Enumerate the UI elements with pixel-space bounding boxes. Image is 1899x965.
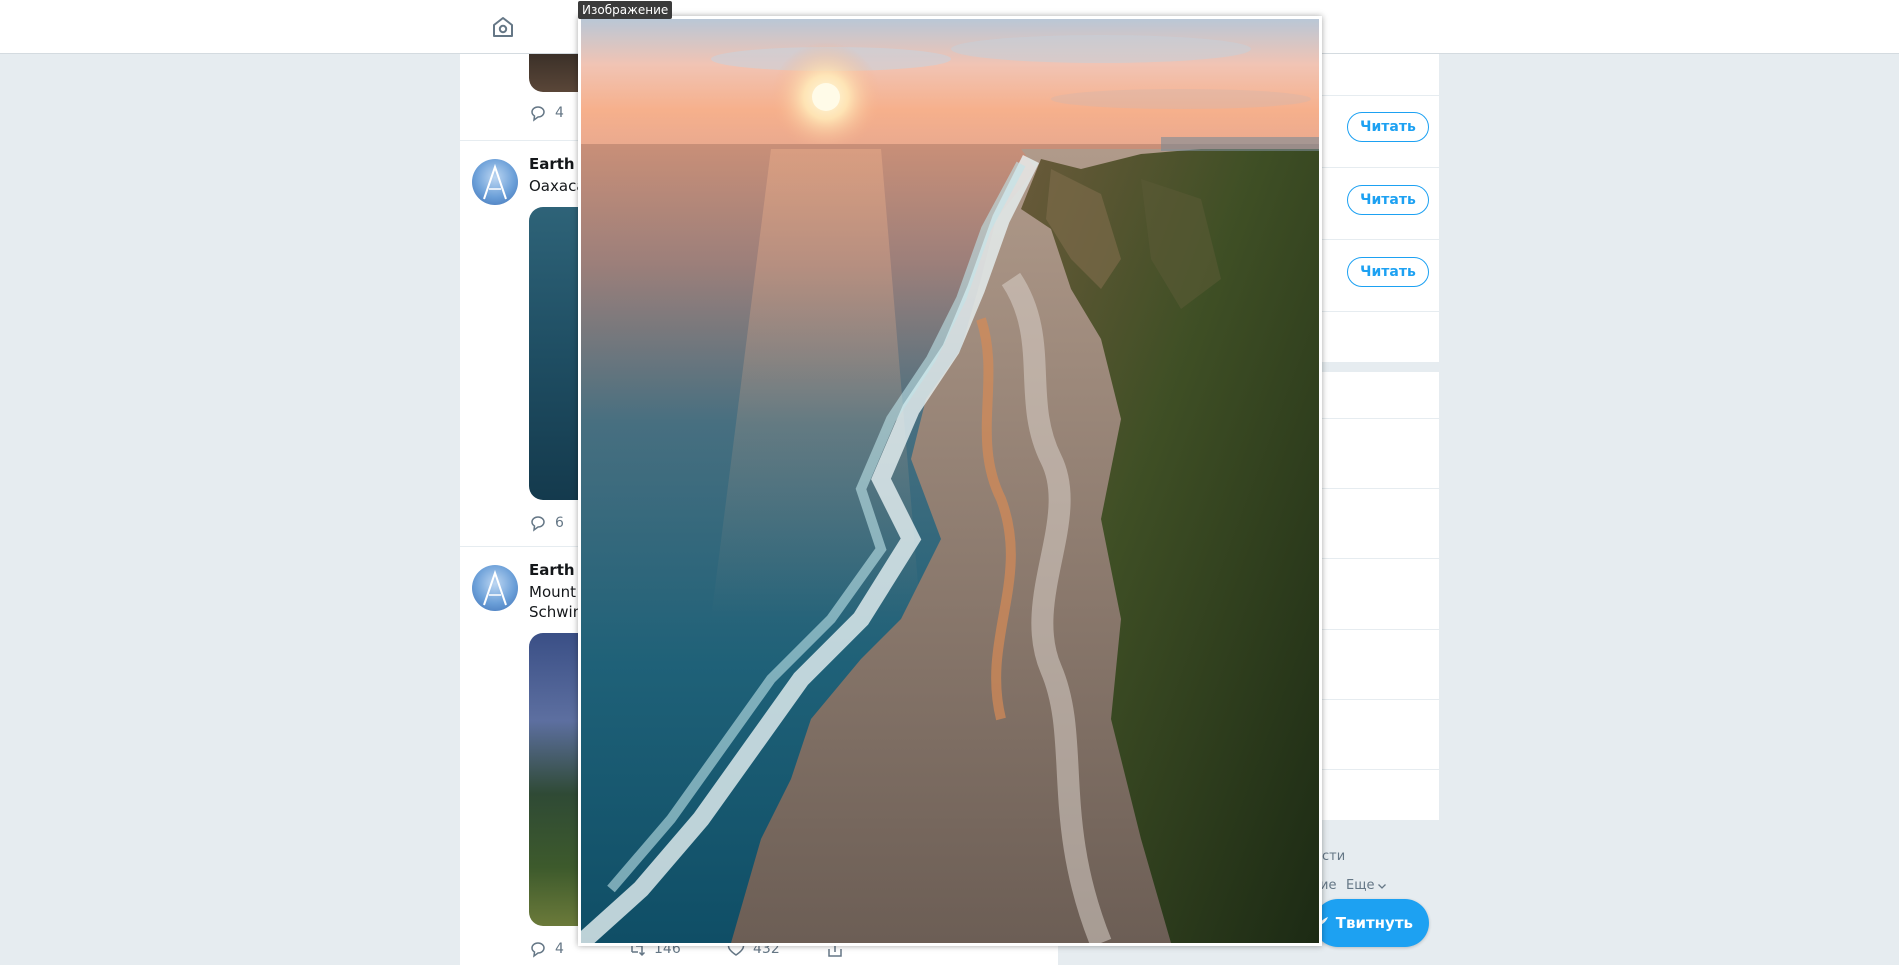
divider [1318,95,1439,96]
more-label: Еще [1346,878,1375,893]
divider [1318,769,1439,770]
image-tooltip: Изображение [578,1,673,19]
divider [1318,418,1439,419]
avatar[interactable] [472,565,518,611]
reply-count: 6 [555,515,564,531]
footer-link[interactable]: сти [1322,849,1345,864]
divider [1318,167,1439,168]
follow-button[interactable]: Читать [1347,185,1429,215]
divider [1318,488,1439,489]
footer-link[interactable]: ие [1320,878,1336,893]
compose-tweet-label: Твитнуть [1335,914,1413,932]
earth-logo-icon [483,569,507,606]
reply-action[interactable]: 6 [529,514,564,532]
reply-action[interactable]: 4 [529,940,564,958]
follow-button[interactable]: Читать [1347,112,1429,142]
coastline-photo-graphic [581,19,1319,943]
earth-logo-icon [483,163,507,200]
more-link[interactable]: Еще [1346,878,1387,893]
reply-count: 4 [555,941,564,957]
compose-tweet-button[interactable]: Твитнуть [1314,899,1429,947]
reply-count: 4 [555,105,564,121]
divider [1318,629,1439,630]
reply-icon [531,516,545,532]
avatar[interactable] [472,159,518,205]
section-separator [1318,362,1439,372]
reply-action[interactable]: 4 [529,104,564,122]
right-sidebar [1318,54,1439,820]
follow-button[interactable]: Читать [1347,257,1429,287]
divider [1318,311,1439,312]
coastline-photo[interactable] [581,19,1319,943]
reply-icon [531,942,545,958]
reply-icon [531,106,545,122]
divider [1318,699,1439,700]
chevron-down-icon [1378,883,1387,889]
image-viewer [578,16,1322,946]
divider [1318,239,1439,240]
divider [1318,558,1439,559]
home-icon[interactable] [490,14,516,40]
